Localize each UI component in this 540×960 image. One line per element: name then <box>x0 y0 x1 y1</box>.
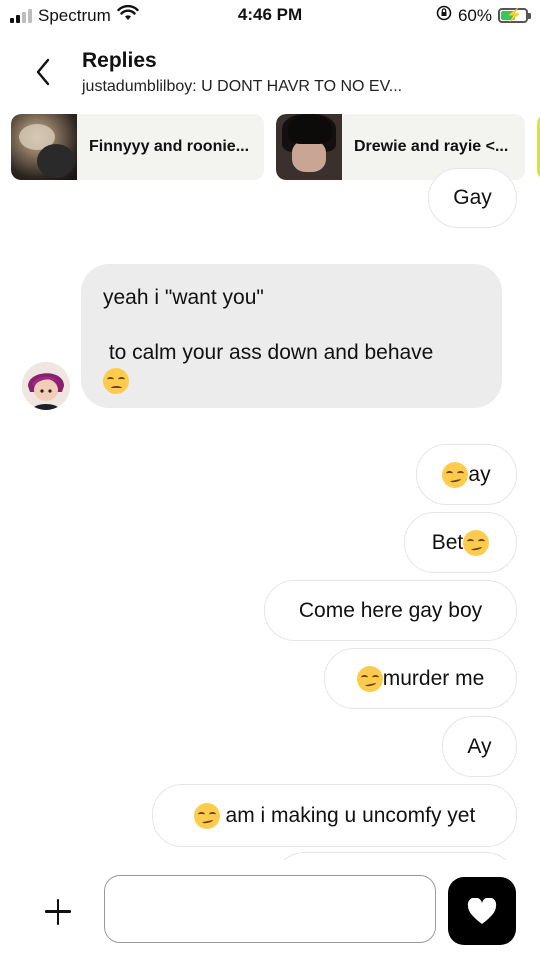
message-bubble-sent[interactable]: Bet <box>404 512 517 573</box>
smirk-face-emoji-icon <box>193 802 220 829</box>
message-text: ay <box>468 462 491 486</box>
message-text: Come here gay boy <box>298 598 483 622</box>
like-button[interactable] <box>448 877 516 945</box>
message-text: murder me <box>382 666 485 690</box>
message-input[interactable] <box>104 875 436 943</box>
message-text: am i making u uncomfy yet <box>219 803 476 827</box>
message-bubble-sent[interactable]: Come here gay boy <box>264 580 517 641</box>
message-bubble-received[interactable]: yeah i "want you" to calm your ass down … <box>81 264 502 408</box>
message-text: to calm your ass down and behave <box>103 341 434 364</box>
smirk-face-emoji-icon <box>356 665 383 692</box>
message-text: yeah i "want you" <box>103 286 264 309</box>
linked-chat-label: Finnyyy and roonie... <box>89 138 250 155</box>
message-text: Bet <box>431 530 464 554</box>
pensive-face-emoji-icon <box>103 368 129 394</box>
status-bar: Spectrum 4:46 PM 60% ⚡ <box>0 0 540 34</box>
heart-icon <box>467 897 497 924</box>
linked-chat-card[interactable]: Finnyyy and roonie... <box>11 114 264 180</box>
battery-charging-icon: ⚡ <box>498 7 531 23</box>
battery-percent: 60% <box>457 5 492 25</box>
message-bubble-sent[interactable]: ay <box>416 444 517 505</box>
message-bubble-sent[interactable]: am i making u uncomfy yet <box>152 784 517 847</box>
message-bubble-sent[interactable]: Gay <box>428 168 517 228</box>
chat-thumbnail-image <box>11 114 77 180</box>
avatar[interactable] <box>22 362 70 410</box>
header: Replies justadumblilboy: U DONT HAVR TO … <box>0 44 540 104</box>
smirk-face-emoji-icon <box>442 461 469 488</box>
page-title: Replies <box>82 49 157 72</box>
chat-thumbnail-image <box>276 114 342 180</box>
back-button[interactable] <box>28 52 58 92</box>
smirk-face-emoji-icon <box>463 529 490 556</box>
linked-chat-label: Drewie and rayie <... <box>354 138 509 155</box>
message-text: Gay <box>453 186 492 209</box>
chevron-left-icon <box>36 58 50 86</box>
composer <box>0 860 540 960</box>
orientation-lock-icon <box>436 5 452 26</box>
replied-message-preview: justadumblilboy: U DONT HAVR TO NO EV... <box>82 78 403 95</box>
message-bubble-sent[interactable]: murder me <box>324 648 517 709</box>
message-text: Ay <box>467 734 492 758</box>
plus-icon[interactable] <box>40 894 76 930</box>
message-bubble-sent[interactable]: Ay <box>442 716 517 777</box>
